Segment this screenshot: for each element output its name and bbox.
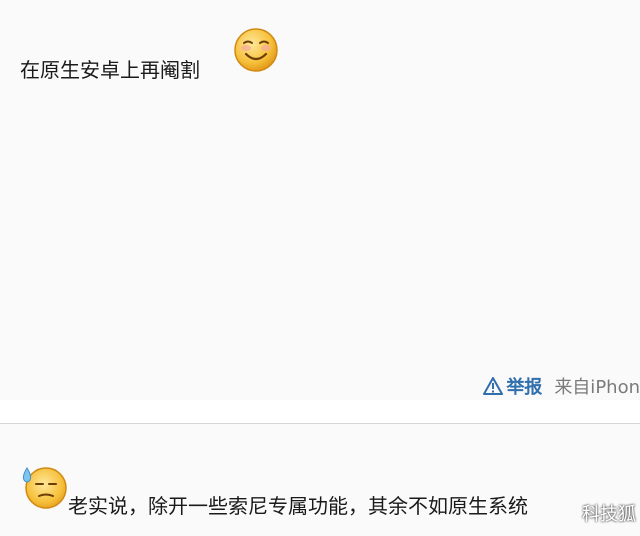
report-label: 举报 <box>506 377 543 398</box>
smile-emoji-icon <box>234 28 278 72</box>
device-source-label: 来自iPhon <box>554 377 640 398</box>
post-text: 在原生安卓上再阉割 <box>20 58 200 82</box>
post-card: 在原生安卓上再阉割 举报 来自iPhon <box>0 0 640 400</box>
report-button[interactable]: 举报 <box>483 373 542 399</box>
watermark-label: 科技狐 <box>582 504 636 525</box>
post-footer: 举报 来自iPhon <box>483 372 640 400</box>
sweat-emoji-icon <box>22 467 67 509</box>
reply-text: 老实说，除开一些索尼专属功能，其余不如原生系统 <box>68 494 528 518</box>
warning-triangle-icon <box>483 377 504 395</box>
